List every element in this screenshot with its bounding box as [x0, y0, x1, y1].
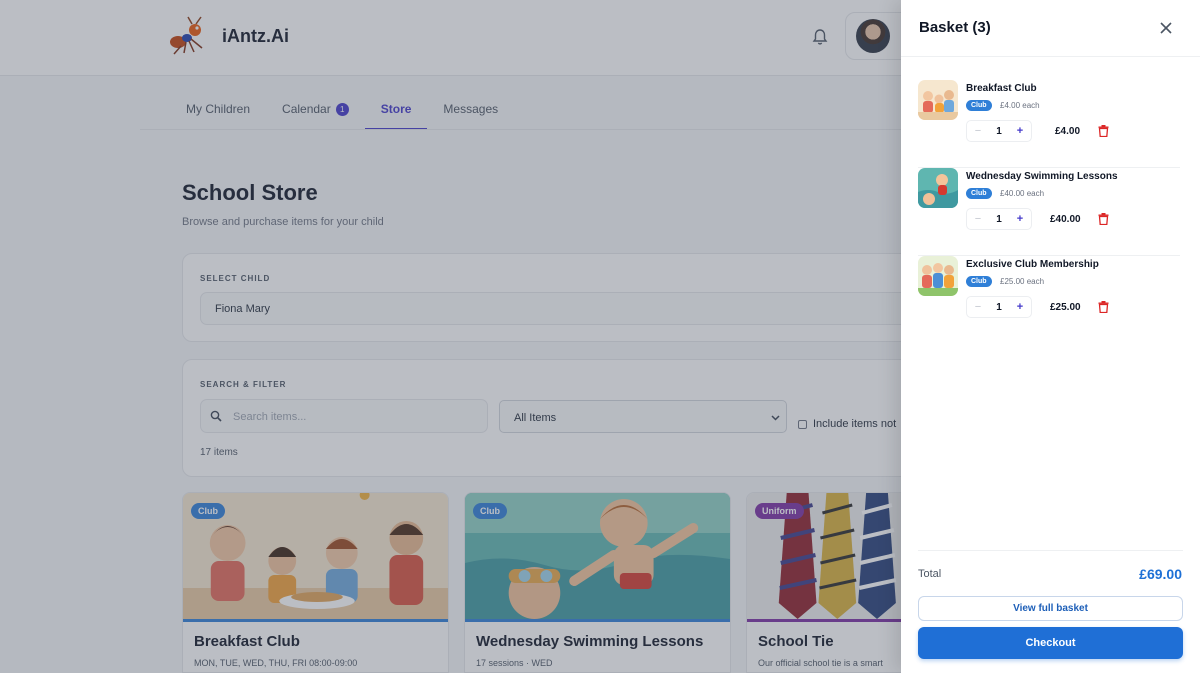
item-name: Breakfast Club [966, 83, 1037, 94]
plus-icon[interactable]: + [1009, 297, 1031, 317]
quantity-value: 1 [996, 213, 1002, 225]
minus-icon[interactable]: − [967, 209, 989, 229]
total-label: Total [918, 568, 942, 580]
basket-item: Wednesday Swimming Lessons Club £40.00 e… [918, 168, 1180, 256]
total-value: £69.00 [1139, 566, 1182, 582]
footer-divider [918, 550, 1183, 551]
basket-header: Basket (3) [901, 0, 1200, 57]
breakfast-club-thumbnail [918, 80, 958, 120]
item-line-total: £40.00 [1050, 214, 1081, 225]
plus-icon[interactable]: + [1009, 121, 1031, 141]
minus-icon[interactable]: − [967, 297, 989, 317]
item-unit-price: £25.00 each [1000, 277, 1045, 286]
basket-item: Breakfast Club Club £4.00 each − 1 + £4.… [918, 80, 1180, 168]
item-name: Exclusive Club Membership [966, 259, 1099, 270]
basket-item: Exclusive Club Membership Club £25.00 ea… [918, 256, 1180, 344]
basket-drawer: Basket (3) Breakfast Club Club £4.00 eac… [901, 0, 1200, 673]
trash-icon[interactable] [1098, 125, 1109, 137]
view-full-basket-button[interactable]: View full basket [918, 596, 1183, 621]
item-tag: Club [966, 188, 992, 199]
quantity-stepper: − 1 + [966, 208, 1032, 230]
item-tag: Club [966, 100, 992, 111]
item-name: Wednesday Swimming Lessons [966, 171, 1118, 182]
trash-icon[interactable] [1098, 213, 1109, 225]
quantity-stepper: − 1 + [966, 296, 1032, 318]
checkout-button[interactable]: Checkout [918, 627, 1183, 659]
item-unit-price: £4.00 each [1000, 101, 1040, 110]
item-unit-price: £40.00 each [1000, 189, 1045, 198]
plus-icon[interactable]: + [1009, 209, 1031, 229]
club-membership-thumbnail [918, 256, 958, 296]
basket-title: Basket (3) [919, 19, 991, 36]
minus-icon[interactable]: − [967, 121, 989, 141]
trash-icon[interactable] [1098, 301, 1109, 313]
swimming-thumbnail [918, 168, 958, 208]
quantity-value: 1 [996, 125, 1002, 137]
quantity-stepper: − 1 + [966, 120, 1032, 142]
item-tag: Club [966, 276, 992, 287]
close-icon[interactable] [1156, 18, 1176, 38]
item-line-total: £4.00 [1055, 126, 1081, 137]
quantity-value: 1 [996, 301, 1002, 313]
item-line-total: £25.00 [1050, 302, 1081, 313]
